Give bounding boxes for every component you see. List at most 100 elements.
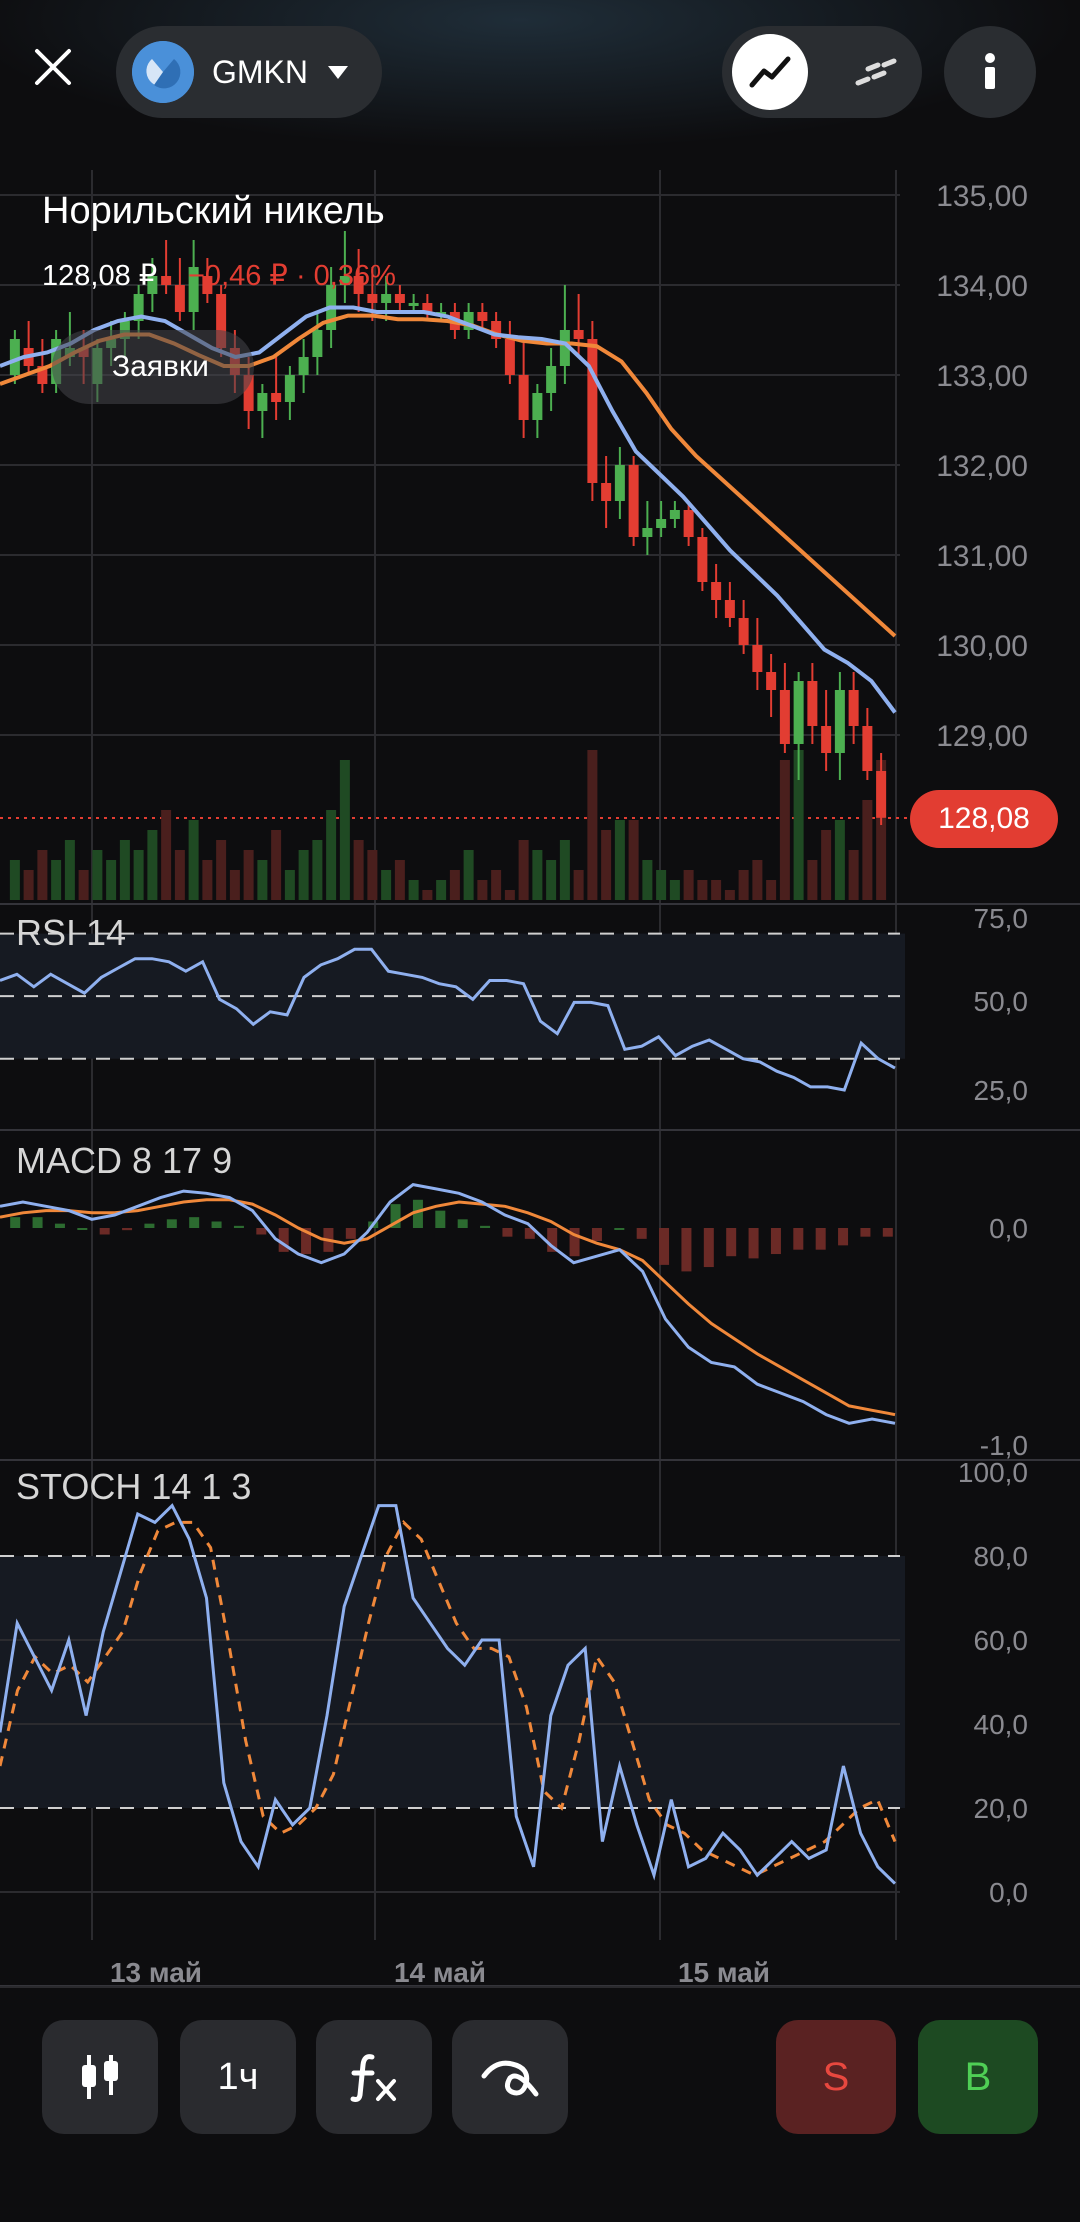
x-axis-label: 15 май — [678, 1957, 770, 1986]
volume-bar — [477, 880, 488, 900]
macd-histogram-bar — [838, 1228, 849, 1246]
volume-bar — [353, 840, 364, 900]
volume-bar — [229, 870, 240, 900]
candle-body — [367, 294, 378, 303]
candle-body — [779, 690, 790, 744]
buy-button[interactable]: B — [918, 2020, 1038, 2134]
rsi-tick-label: 75,0 — [974, 903, 1029, 934]
macd-histogram-bar — [681, 1228, 692, 1272]
candle-body — [518, 375, 529, 420]
candle-body — [271, 393, 282, 402]
macd-histogram-bar — [726, 1228, 737, 1257]
volume-bar — [298, 850, 309, 900]
candle-body — [669, 510, 680, 519]
volume-bar — [106, 860, 117, 900]
stoch-label[interactable]: STOCH 14 1 3 — [16, 1466, 251, 1508]
macd-histogram-bar — [659, 1228, 670, 1265]
macd-histogram-bar — [189, 1217, 200, 1228]
sell-button[interactable]: S — [776, 2020, 896, 2134]
macd-signal-line — [0, 1198, 896, 1417]
rsi-tick-label: 25,0 — [974, 1075, 1029, 1106]
instrument-selector[interactable]: GMKN — [116, 26, 382, 118]
candle-body — [394, 294, 405, 303]
volume-bar — [174, 850, 185, 900]
volume-bar — [92, 850, 103, 900]
volume-bar — [532, 850, 543, 900]
price-tick-label: 132,00 — [936, 450, 1028, 483]
chart-type-button[interactable] — [42, 2020, 158, 2134]
volume-bar — [202, 860, 213, 900]
candle-body — [532, 393, 543, 420]
volume-bar — [491, 870, 502, 900]
nornickel-logo — [132, 41, 194, 103]
macd-histogram-bar — [144, 1223, 155, 1228]
candle-body — [408, 303, 419, 306]
volume-bar — [779, 760, 790, 900]
candle-body — [876, 771, 887, 818]
line-chart-mode-button[interactable] — [732, 34, 808, 110]
candle-body — [807, 681, 818, 726]
dashed-chart-mode-button[interactable] — [838, 34, 914, 110]
candle-body — [298, 357, 309, 375]
info-icon — [985, 53, 995, 89]
macd-histogram-bar — [860, 1228, 871, 1237]
price-tick-label: 130,00 — [936, 630, 1028, 663]
rsi-label[interactable]: RSI 14 — [16, 912, 126, 954]
volume-bar — [711, 880, 722, 900]
candle-body — [766, 672, 777, 690]
volume-bar — [339, 760, 350, 900]
candle-body — [161, 276, 172, 285]
ticker-symbol: GMKN — [212, 53, 308, 90]
candle-body — [284, 375, 295, 402]
volume-bar — [216, 840, 227, 900]
volume-bar — [133, 850, 144, 900]
volume-bar — [642, 860, 653, 900]
price-chart[interactable]: 135,00 134,00 133,00 132,00 131,00 130,00 129,… — [0, 150, 1080, 1986]
macd-tick-label: 0,0 — [989, 1213, 1028, 1244]
macd-histogram-bar — [748, 1228, 759, 1259]
x-axis-label: 14 май — [394, 1957, 486, 1986]
macd-label[interactable]: MACD 8 17 9 — [16, 1140, 232, 1182]
candle-body — [642, 528, 653, 537]
macd-histogram-bar — [77, 1228, 88, 1230]
price-tick-label: 133,00 — [936, 360, 1028, 393]
info-button[interactable] — [944, 26, 1036, 118]
candle-body — [793, 681, 804, 744]
macd-histogram-bar — [345, 1228, 356, 1239]
stoch-band — [0, 1556, 905, 1808]
stoch-tick-label: 20,0 — [974, 1793, 1029, 1824]
macd-histogram-bar — [457, 1219, 468, 1228]
price-tick-label: 129,00 — [936, 720, 1028, 753]
stoch-tick-label: 80,0 — [974, 1541, 1029, 1572]
volume-bar — [656, 870, 667, 900]
volume-bar — [587, 750, 598, 900]
macd-histogram-bar — [10, 1217, 21, 1228]
macd-indicator — [0, 1183, 896, 1425]
close-button[interactable] — [20, 34, 86, 100]
chart-mode-toggle[interactable] — [722, 26, 922, 118]
volume-bar — [367, 850, 378, 900]
candle-body — [257, 393, 268, 411]
drawing-tools-button[interactable] — [452, 2020, 568, 2134]
candle-body — [848, 690, 859, 726]
candle-body — [546, 366, 557, 393]
volume-bar — [862, 800, 873, 900]
current-price: 128,08 ₽ — [42, 260, 158, 292]
macd-histogram-bar — [703, 1228, 714, 1268]
macd-histogram-bar — [591, 1228, 602, 1242]
indicators-button[interactable] — [316, 2020, 432, 2134]
volume-bar — [848, 850, 859, 900]
candle-body — [683, 510, 694, 537]
dashed-chart-icon — [855, 58, 897, 86]
volume-bar — [147, 830, 158, 900]
stochastic-indicator — [0, 1503, 905, 1893]
orders-button[interactable]: Заявки — [52, 330, 254, 404]
candle-body — [587, 339, 598, 483]
volume-bar — [284, 870, 295, 900]
candle-body — [656, 519, 667, 528]
macd-histogram-bar — [502, 1228, 513, 1237]
macd-histogram-bar — [166, 1219, 177, 1228]
macd-histogram-bar — [793, 1228, 804, 1250]
volume-bar — [381, 870, 392, 900]
interval-button[interactable]: 1ч — [180, 2020, 296, 2134]
